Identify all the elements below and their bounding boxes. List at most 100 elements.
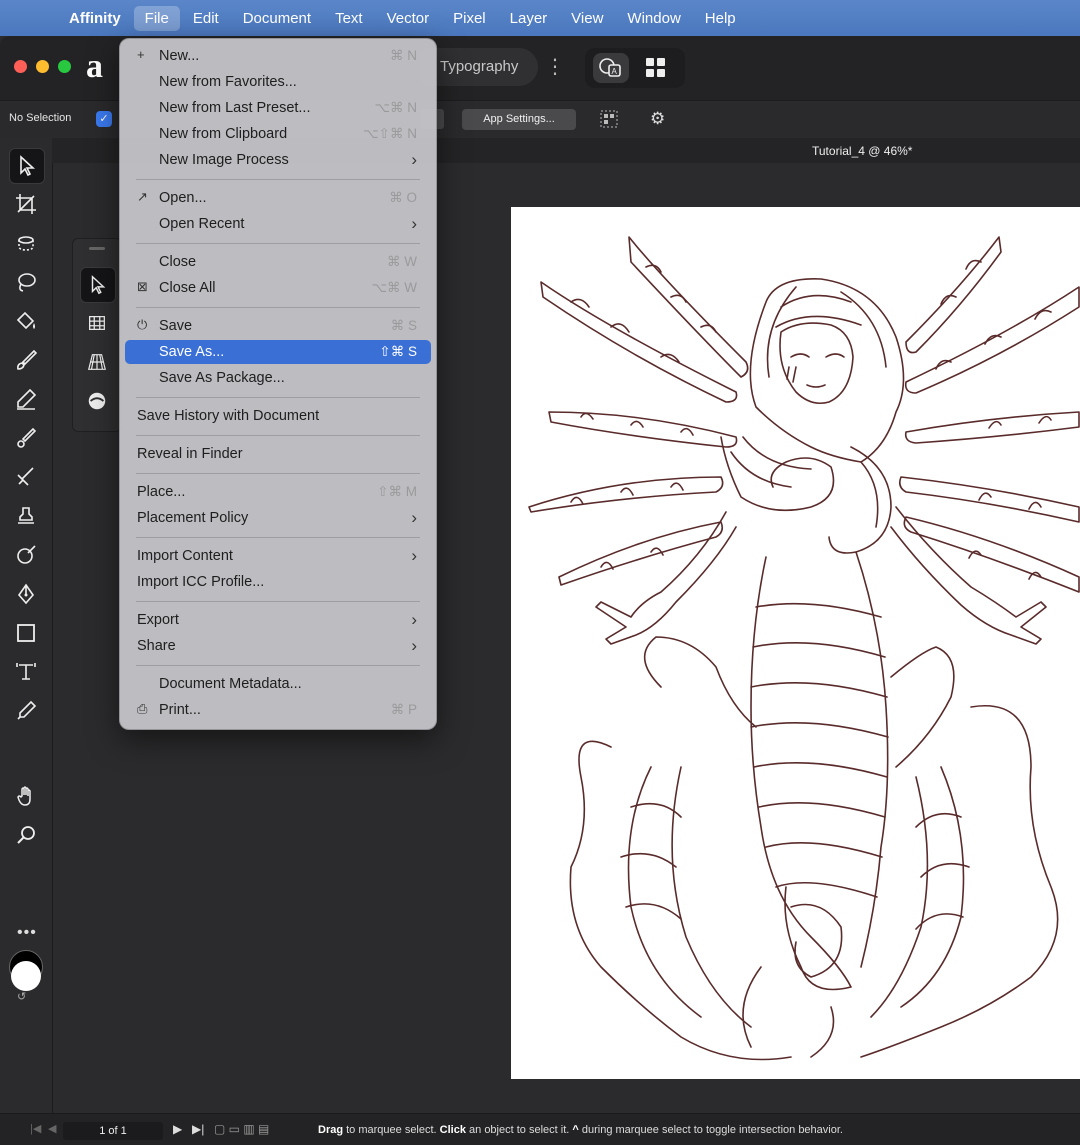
menu-item-share[interactable]: Share › — [125, 634, 431, 658]
deform-icon[interactable] — [80, 384, 114, 418]
menu-item-close[interactable]: Close ⌘ W — [125, 250, 431, 274]
gear-icon[interactable]: ⚙ — [650, 109, 665, 129]
menu-window[interactable]: Window — [616, 6, 691, 31]
lasso-tool-icon[interactable] — [9, 265, 43, 299]
marquee-tool-icon[interactable] — [9, 226, 43, 260]
mesh-warp-icon[interactable] — [80, 306, 114, 340]
menu-item-new[interactable]: + New... ⌘ N — [125, 44, 431, 68]
grid-view-icon[interactable] — [645, 57, 667, 79]
menu-item-new-from-last-preset[interactable]: New from Last Preset... ⌥⌘ N — [125, 96, 431, 120]
affinity-logo-icon: a — [86, 48, 103, 85]
hand-tool-icon[interactable] — [9, 779, 43, 813]
menu-separator — [136, 601, 420, 602]
color-picker-tool-icon[interactable] — [9, 694, 43, 728]
close-all-icon: ⊠ — [137, 279, 148, 294]
more-options-icon[interactable]: ⋮ — [545, 54, 565, 80]
menu-view[interactable]: View — [560, 6, 614, 31]
snapping-icon[interactable] — [600, 110, 618, 128]
menu-edit[interactable]: Edit — [182, 6, 230, 31]
menu-item-placement-policy[interactable]: Placement Policy › — [125, 506, 431, 530]
menu-separator — [136, 473, 420, 474]
dodge-burn-tool-icon[interactable] — [9, 460, 43, 494]
fill-tool-icon[interactable] — [9, 304, 43, 338]
text-tool-icon[interactable] — [9, 655, 43, 689]
menu-separator — [136, 665, 420, 666]
menu-item-save-as-package[interactable]: Save As Package... — [125, 366, 431, 390]
window-close-button[interactable] — [14, 60, 27, 73]
menu-item-save-history[interactable]: Save History with Document — [125, 404, 431, 428]
select-tool-icon[interactable] — [80, 267, 116, 303]
menu-item-close-all[interactable]: ⊠ Close All ⌥⌘ W — [125, 276, 431, 300]
menu-item-save-as[interactable]: Save As... ⇧⌘ S — [125, 340, 431, 364]
menu-item-save[interactable]: ⏻ Save ⌘ S — [125, 314, 431, 338]
printer-icon: ⎙ — [137, 701, 148, 716]
menu-item-open-recent[interactable]: Open Recent › — [125, 212, 431, 236]
status-bar: |◀ ◀ 1 of 1 ▶ ▶| ▢ ▭ ▥ ▤ Drag to marquee… — [0, 1113, 1080, 1145]
menu-item-new-from-favorites[interactable]: New from Favorites... — [125, 70, 431, 94]
menubar: Affinity File Edit Document Text Vector … — [0, 0, 1080, 36]
menu-vector[interactable]: Vector — [376, 6, 441, 31]
menu-separator — [136, 397, 420, 398]
menu-item-new-image-process[interactable]: New Image Process › — [125, 148, 431, 172]
pen-tool-icon[interactable] — [9, 577, 43, 611]
menu-document[interactable]: Document — [232, 6, 322, 31]
status-hint: Drag to marquee select. Click an object … — [318, 1124, 843, 1136]
studio-toggle-group: A — [585, 48, 685, 88]
menu-item-export[interactable]: Export › — [125, 608, 431, 632]
swap-colors-icon[interactable]: ↺ — [17, 990, 26, 1003]
menu-separator — [136, 307, 420, 308]
svg-text:A: A — [612, 67, 618, 76]
app-settings-button[interactable]: App Settings... — [462, 109, 576, 130]
previous-page-icon[interactable]: ◀ — [48, 1122, 56, 1135]
more-tools-icon[interactable]: ••• — [17, 924, 37, 942]
chevron-right-icon: › — [411, 610, 417, 629]
next-page-icon[interactable]: ▶ — [173, 1122, 182, 1136]
crop-tool-icon[interactable] — [9, 187, 43, 221]
menu-item-import-content[interactable]: Import Content › — [125, 544, 431, 568]
menu-separator — [136, 179, 420, 180]
selection-status: No Selection — [9, 112, 72, 124]
open-arrow-icon: ↗ — [137, 189, 148, 204]
drag-handle[interactable] — [89, 247, 105, 250]
clone-stamp-tool-icon[interactable] — [9, 499, 43, 533]
pencil-tool-icon[interactable] — [9, 382, 43, 416]
tools-panel: ••• ↺ — [0, 138, 53, 1113]
menu-item-reveal-in-finder[interactable]: Reveal in Finder — [125, 442, 431, 466]
menu-item-open[interactable]: ↗ Open... ⌘ O — [125, 186, 431, 210]
checkbox[interactable]: ✓ — [96, 111, 112, 127]
file-menu: + New... ⌘ N New from Favorites... New fro… — [119, 38, 437, 730]
smudge-tool-icon[interactable] — [9, 538, 43, 572]
document-page[interactable] — [511, 207, 1080, 1079]
menu-pixel[interactable]: Pixel — [442, 6, 497, 31]
spread-view-icon[interactable]: ▢ ▭ ▥ ▤ — [214, 1122, 269, 1136]
menu-layer[interactable]: Layer — [499, 6, 559, 31]
retouch-tool-icon[interactable] — [9, 421, 43, 455]
menu-help[interactable]: Help — [694, 6, 747, 31]
document-tab-title[interactable]: Tutorial_4 @ 46%* — [812, 144, 912, 158]
move-tool-icon[interactable] — [9, 148, 45, 184]
menu-item-print[interactable]: ⎙ Print... ⌘ P — [125, 698, 431, 722]
menu-text[interactable]: Text — [324, 6, 374, 31]
menu-item-place[interactable]: Place... ⇧⌘ M — [125, 480, 431, 504]
menu-file[interactable]: File — [133, 5, 180, 31]
page-indicator[interactable]: 1 of 1 — [63, 1122, 163, 1140]
lineart-illustration — [528, 236, 1080, 1061]
menu-item-import-icc-profile[interactable]: Import ICC Profile... — [125, 570, 431, 594]
menu-item-document-metadata[interactable]: Document Metadata... — [125, 672, 431, 696]
stroke-color-swatch[interactable] — [11, 961, 41, 991]
persona-typography-button[interactable]: Typography — [420, 48, 538, 86]
chevron-right-icon: › — [411, 546, 417, 565]
rectangle-tool-icon[interactable] — [9, 616, 43, 650]
paint-brush-tool-icon[interactable] — [9, 343, 43, 377]
zoom-tool-icon[interactable] — [9, 818, 43, 852]
window-zoom-button[interactable] — [58, 60, 71, 73]
window-minimize-button[interactable] — [36, 60, 49, 73]
menu-app[interactable]: Affinity — [58, 6, 132, 31]
character-studio-icon[interactable]: A — [593, 53, 629, 83]
perspective-icon[interactable] — [80, 345, 114, 379]
persona-label: Typography — [440, 58, 519, 75]
menu-separator — [136, 435, 420, 436]
last-page-icon[interactable]: ▶| — [192, 1122, 204, 1136]
first-page-icon[interactable]: |◀ — [30, 1122, 41, 1135]
menu-item-new-from-clipboard[interactable]: New from Clipboard ⌥⇧⌘ N — [125, 122, 431, 146]
